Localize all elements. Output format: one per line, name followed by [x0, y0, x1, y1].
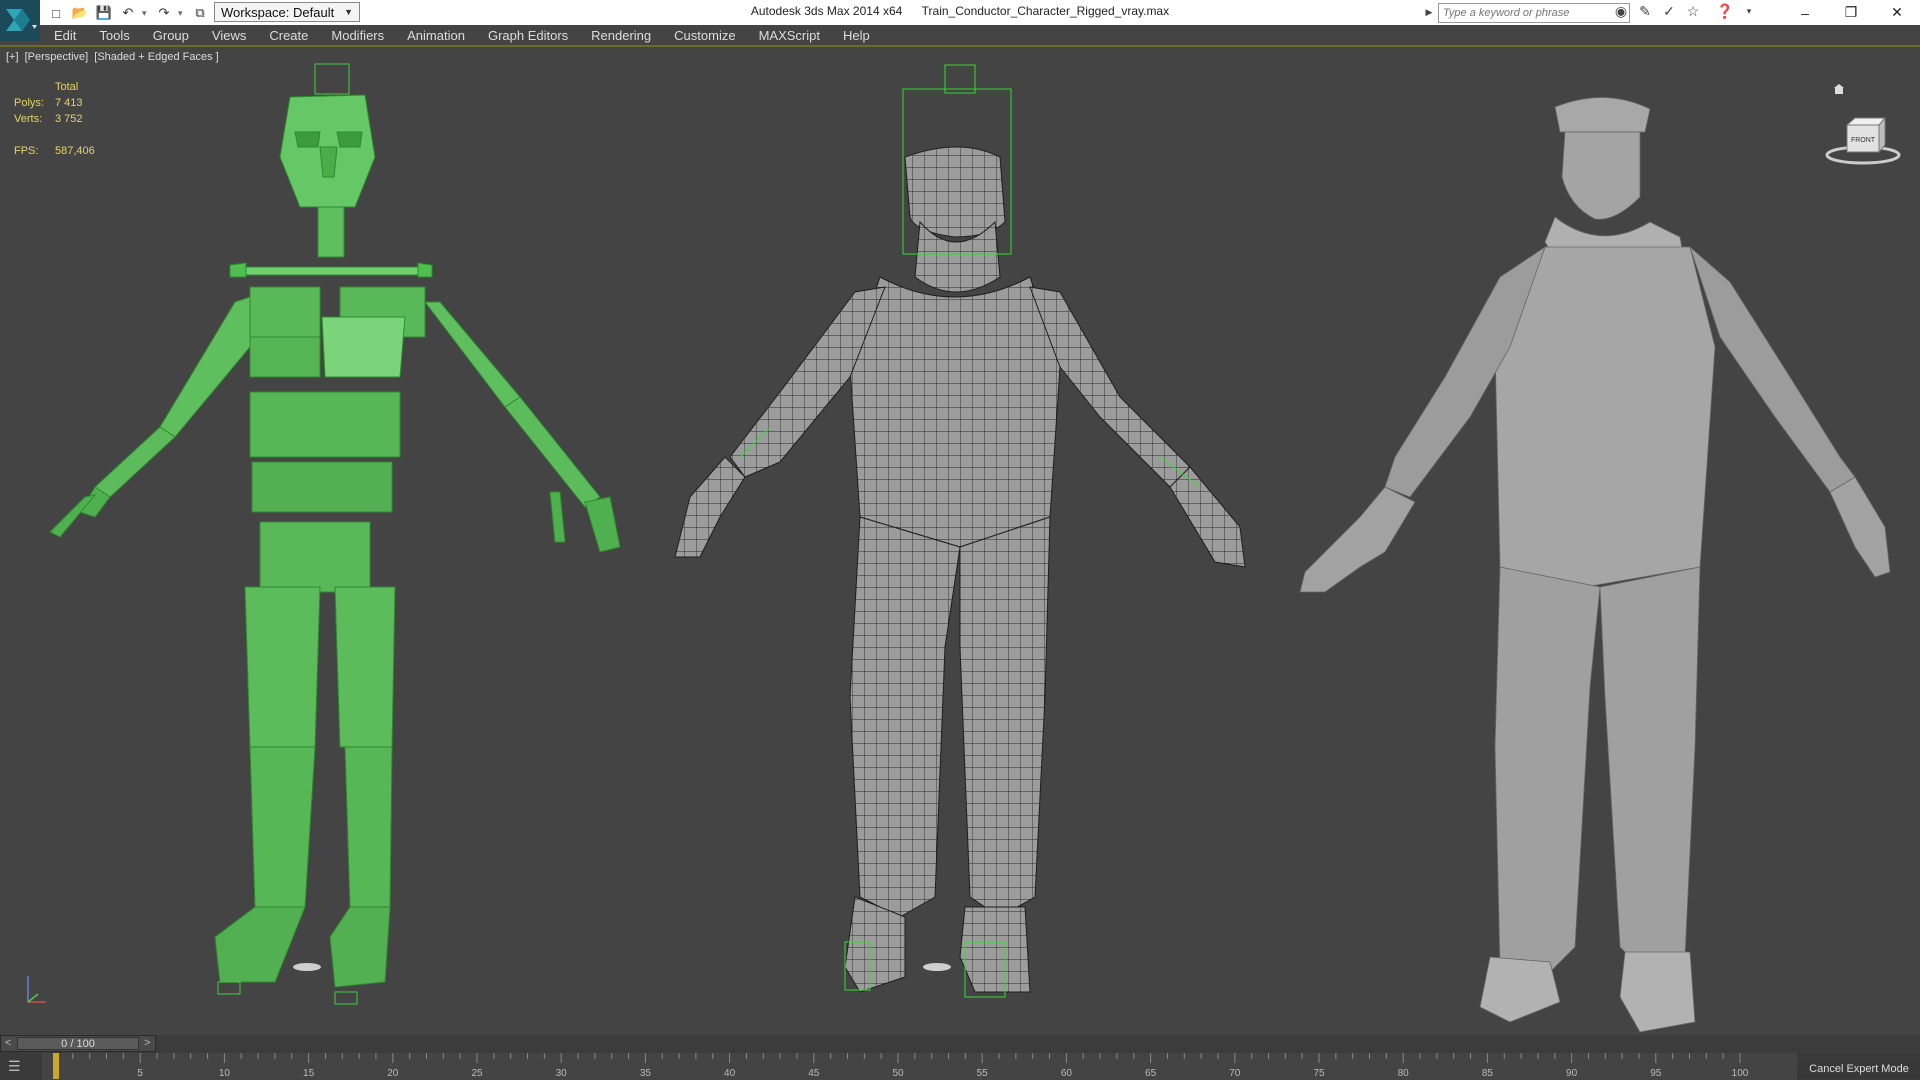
- menu-animation[interactable]: Animation: [407, 28, 465, 43]
- open-mini-curve-editor-icon[interactable]: ☰: [8, 1058, 21, 1075]
- file-name: Train_Conductor_Character_Rigged_vray.ma…: [921, 4, 1170, 18]
- time-slider-thumb[interactable]: 0 / 100: [17, 1037, 139, 1050]
- current-frame-marker[interactable]: [53, 1053, 59, 1079]
- new-file-icon[interactable]: □: [46, 4, 66, 22]
- favorites-star-icon[interactable]: ☆: [1684, 2, 1702, 20]
- menu-edit[interactable]: Edit: [54, 28, 76, 43]
- menu-views[interactable]: Views: [212, 28, 246, 43]
- minimize-icon[interactable]: –: [1782, 0, 1828, 25]
- perspective-viewport[interactable]: [+] [Perspective] [Shaded + Edged Faces …: [0, 47, 1920, 1035]
- workspace-value: Workspace: Default: [221, 4, 335, 20]
- viewcube-face-label: FRONT: [1851, 137, 1876, 144]
- axis-tripod-icon: [27, 976, 46, 1003]
- binoculars-icon[interactable]: ◉: [1612, 2, 1630, 20]
- cancel-expert-mode-button[interactable]: Cancel Expert Mode: [1798, 1059, 1920, 1079]
- redo-icon[interactable]: ↷: [154, 4, 174, 22]
- menu-create[interactable]: Create: [269, 28, 308, 43]
- stats-polys-value: 7 413: [55, 97, 83, 109]
- viewport-general-menu[interactable]: [+]: [6, 51, 19, 63]
- stats-verts-label: Verts:: [14, 113, 43, 125]
- timeline-tick-label: 95: [1650, 1068, 1662, 1079]
- menu-modifiers[interactable]: Modifiers: [331, 28, 384, 43]
- quick-access-toolbar: □ 📂 💾 ↶ ▾ ↷ ▾ ⧉: [46, 3, 210, 23]
- undo-icon[interactable]: ↶: [118, 4, 138, 22]
- stats-verts-value: 3 752: [55, 113, 83, 125]
- project-folder-icon[interactable]: ⧉: [190, 4, 210, 22]
- stats-polys-label: Polys:: [14, 97, 44, 109]
- timeline-tick-label: 55: [977, 1068, 989, 1079]
- close-icon[interactable]: ✕: [1874, 0, 1920, 25]
- menu-group[interactable]: Group: [153, 28, 189, 43]
- app-logo-button[interactable]: [0, 0, 40, 41]
- wireframe-mesh-figure[interactable]: [674, 64, 1246, 998]
- menu-customize[interactable]: Customize: [674, 28, 735, 43]
- open-file-icon[interactable]: 📂: [70, 4, 90, 22]
- menu-help[interactable]: Help: [843, 28, 870, 43]
- timeline-tick-label: 80: [1398, 1068, 1410, 1079]
- search-input[interactable]: [1438, 2, 1630, 23]
- stats-fps-label: FPS:: [14, 145, 39, 157]
- timeline-tick-label: 50: [892, 1068, 904, 1079]
- timeline-tick-label: 45: [808, 1068, 820, 1079]
- infocenter-tools: ◉ ✎ ✓ ☆ ❓ ▾: [1612, 2, 1758, 20]
- subscription-icon[interactable]: ✓: [1660, 2, 1678, 20]
- home-icon[interactable]: [1834, 84, 1844, 94]
- track-bar-ruler: 5 10 15 20 25 30 35 40 45 50 55 60 65 70 75 80 85 90 95 100…: [0, 1053, 1797, 1080]
- timeline-tick-label: 100: [1732, 1068, 1749, 1079]
- help-dropdown-icon[interactable]: ▾: [1740, 2, 1758, 20]
- timeline-tick-label: 5: [137, 1068, 143, 1079]
- timeline-tick-label: 70: [1229, 1068, 1241, 1079]
- chevron-down-icon: ▼: [344, 7, 353, 17]
- workspace-dropdown[interactable]: Workspace: Default ▼: [214, 2, 360, 22]
- viewport-scene: [49, 63, 1891, 1033]
- smooth-shaded-figure[interactable]: [1299, 97, 1891, 1033]
- expand-arrow-icon[interactable]: ▶: [1420, 4, 1438, 22]
- timeline-tick-label: 40: [724, 1068, 736, 1079]
- timeline-tick-label: 10: [219, 1068, 231, 1079]
- stats-fps-value: 587,406: [55, 145, 95, 157]
- title-bar: □ 📂 💾 ↶ ▾ ↷ ▾ ⧉ Workspace: Default ▼ Aut…: [0, 0, 1920, 25]
- timeline-tick-label: 25: [471, 1068, 483, 1079]
- previous-frame-button[interactable]: <: [5, 1037, 11, 1049]
- menu-graph-editors[interactable]: Graph Editors: [488, 28, 568, 43]
- app-name: Autodesk 3ds Max 2014 x64: [750, 4, 903, 18]
- next-frame-button[interactable]: >: [144, 1037, 150, 1049]
- help-icon[interactable]: ❓: [1716, 2, 1734, 20]
- redo-dropdown-icon[interactable]: ▾: [178, 8, 186, 19]
- timeline-tick-label: 20: [387, 1068, 399, 1079]
- save-file-icon[interactable]: 💾: [94, 4, 114, 22]
- rig-proxy-figure[interactable]: [49, 63, 621, 1005]
- timeline-area: < 0 / 100 > 5 10 15 20 25 30 35 40 45 50 55 60 65 70 7…: [0, 1035, 1920, 1080]
- menu-tools[interactable]: Tools: [99, 28, 129, 43]
- timeline-tick-label: 90: [1566, 1068, 1578, 1079]
- timeline-tick-label: 15: [303, 1068, 315, 1079]
- viewcube[interactable]: FRONT: [1825, 82, 1905, 172]
- viewport-shading-menu[interactable]: [Shaded + Edged Faces ]: [94, 51, 218, 63]
- menu-maxscript[interactable]: MAXScript: [759, 28, 820, 43]
- menu-bar: Edit Tools Group Views Create Modifiers …: [40, 25, 1920, 45]
- stats-total-label: Total: [55, 81, 79, 93]
- undo-dropdown-icon[interactable]: ▾: [142, 8, 150, 19]
- communication-center-icon[interactable]: ✎: [1636, 2, 1654, 20]
- menu-rendering[interactable]: Rendering: [591, 28, 651, 43]
- scene-statistics: Total Polys: 7 413 Verts: 3 752 FPS: 587,40…: [14, 81, 95, 161]
- search-area: ▶: [1420, 2, 1630, 23]
- timeline-tick-label: 85: [1482, 1068, 1494, 1079]
- timeline-tick-label: 60: [1061, 1068, 1073, 1079]
- timeline-tick-label: 35: [640, 1068, 652, 1079]
- viewport-label: [+] [Perspective] [Shaded + Edged Faces …: [6, 51, 222, 63]
- time-slider[interactable]: < 0 / 100 >: [0, 1035, 156, 1052]
- restore-icon[interactable]: ❐: [1828, 0, 1874, 25]
- timeline-tick-label: 30: [556, 1068, 568, 1079]
- viewport-point-of-view-menu[interactable]: [Perspective]: [25, 51, 89, 63]
- max-logo-icon: [6, 9, 37, 31]
- timeline-tick-label: 65: [1145, 1068, 1157, 1079]
- track-bar[interactable]: 5 10 15 20 25 30 35 40 45 50 55 60 65 70 75 80 85 90 95 100…: [0, 1053, 1920, 1080]
- timeline-tick-label: 75: [1313, 1068, 1325, 1079]
- window-controls: – ❐ ✕: [1782, 0, 1920, 25]
